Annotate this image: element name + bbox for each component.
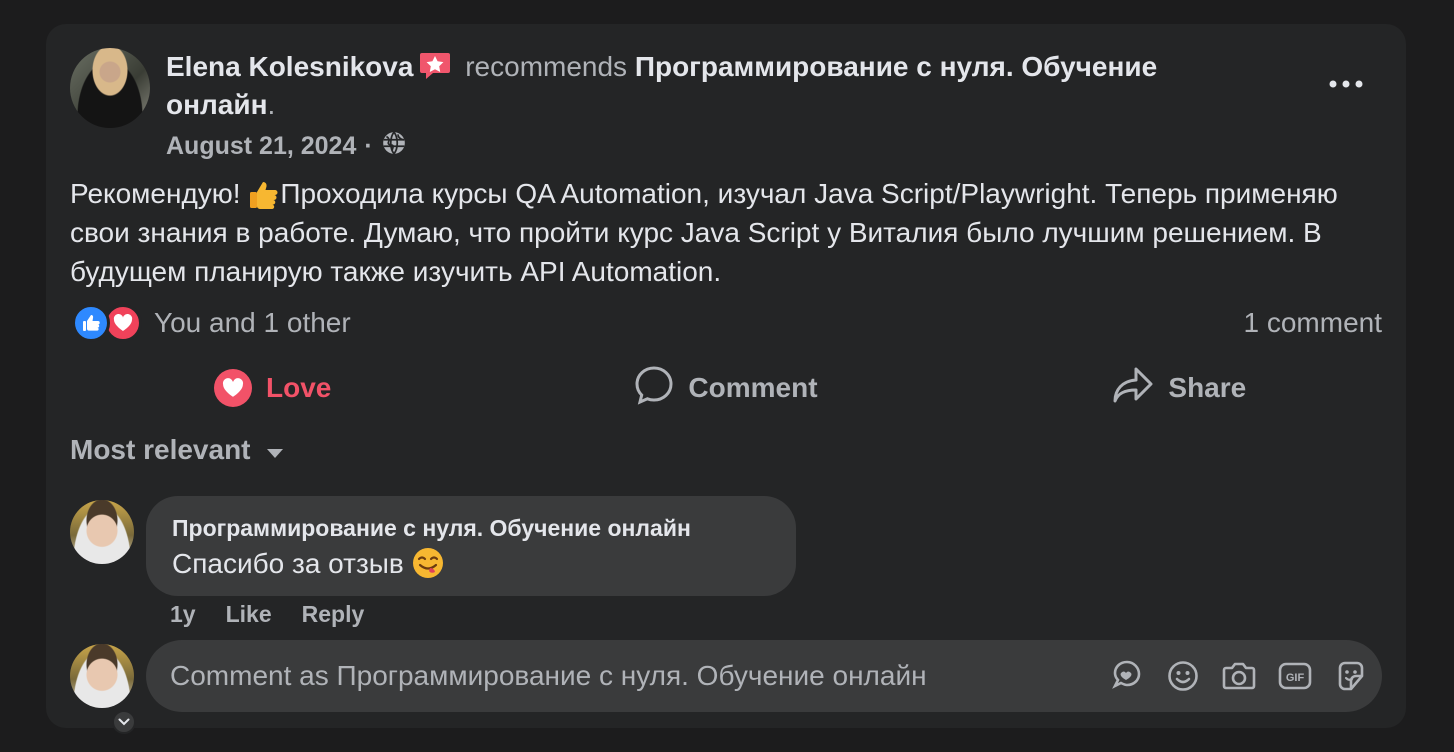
comment-age[interactable]: 1y [170, 598, 196, 630]
gif-icon[interactable]: GIF [1278, 659, 1312, 693]
comment-label: Comment [688, 372, 818, 403]
comment-author[interactable]: Программирование с нуля. Обучение онлайн [172, 512, 770, 544]
author-avatar[interactable] [70, 48, 150, 128]
comment-button[interactable]: Comment [499, 360, 952, 416]
post-body: Рекомендую! Проходила курсы QA Automatio… [70, 174, 1370, 291]
love-heart-icon [213, 369, 252, 407]
recommendation-star-icon [419, 51, 451, 81]
comment-sort-dropdown[interactable]: Most relevant [70, 434, 285, 466]
love-button[interactable]: Love [46, 360, 499, 416]
comment-input[interactable] [170, 640, 1070, 712]
emoji-smiley-icon[interactable] [1166, 659, 1200, 693]
switch-profile-chevron-icon[interactable] [112, 710, 136, 734]
action-bar: Love Comment Share [46, 360, 1406, 416]
comment-reply-button[interactable]: Reply [302, 598, 365, 630]
comment-like-button[interactable]: Like [226, 598, 272, 630]
share-label: Share [1168, 372, 1247, 403]
thumbs-up-emoji-icon [248, 179, 280, 209]
comment-composer: GIF [146, 640, 1382, 712]
globe-icon[interactable] [381, 130, 407, 163]
post-date[interactable]: August 21, 2024 [166, 132, 356, 161]
sort-label: Most relevant [70, 434, 251, 465]
comment-count-link[interactable]: 1 comment [1244, 304, 1383, 342]
meta-separator: · [364, 132, 373, 160]
composer-tools: GIF [1110, 640, 1368, 712]
comment-bubble: Программирование с нуля. Обучение онлайн… [146, 496, 796, 596]
comment-text-content: Спасибо за отзыв [172, 548, 412, 579]
more-options-button[interactable] [1322, 64, 1370, 104]
post-card: Elena Kolesnikova recommends Программиро… [46, 24, 1406, 734]
recommends-verb: recommends [465, 51, 628, 82]
like-reaction-icon [72, 304, 110, 342]
share-arrow-icon [1112, 366, 1154, 411]
reactions-text[interactable]: You and 1 other [154, 307, 351, 339]
post-header: Elena Kolesnikova recommends Программиро… [166, 48, 1246, 124]
post-meta: August 21, 2024 · [166, 130, 407, 163]
sticker-icon[interactable] [1334, 659, 1368, 693]
love-label: Love [265, 372, 332, 403]
commenter-avatar[interactable] [70, 500, 134, 564]
svg-text:GIF: GIF [1286, 672, 1305, 684]
camera-icon[interactable] [1222, 659, 1256, 693]
avatar-sticker-icon[interactable] [1110, 659, 1144, 693]
post-text-intro: Рекомендую! [70, 178, 249, 209]
share-button[interactable]: Share [953, 360, 1406, 416]
composer-avatar[interactable] [70, 644, 134, 708]
more-icon [1329, 80, 1363, 88]
author-name[interactable]: Elena Kolesnikova [166, 51, 413, 82]
reaction-summary[interactable]: You and 1 other [72, 304, 351, 342]
comment-text: Спасибо за отзыв [172, 544, 770, 584]
comment-meta: 1y Like Reply [170, 598, 364, 630]
caret-down-icon [265, 434, 285, 466]
header-period: . [267, 89, 276, 120]
yum-face-emoji-icon [412, 547, 444, 579]
comment-bubble-icon [634, 365, 674, 412]
